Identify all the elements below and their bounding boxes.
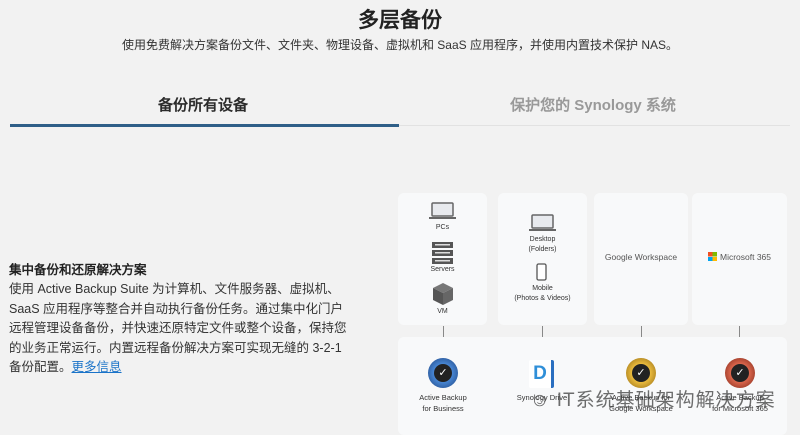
app-label-line2: for Business bbox=[422, 404, 464, 413]
wechat-icon: ☺ bbox=[530, 390, 557, 411]
mobile-sublabel: (Photos & Videos) bbox=[514, 295, 571, 302]
desktop-sublabel: (Folders) bbox=[528, 246, 557, 253]
vm-label: VM bbox=[437, 308, 448, 315]
vm-cube-icon bbox=[433, 283, 453, 305]
description-text: 使用 Active Backup Suite 为计算机、文件服务器、虚拟机、Sa… bbox=[9, 282, 347, 374]
card-microsoft: Microsoft 365 bbox=[692, 193, 787, 325]
laptop-icon bbox=[429, 202, 456, 219]
microsoft-365-label: Microsoft 365 bbox=[719, 252, 772, 262]
app-label: Active Backup for Business bbox=[393, 392, 493, 414]
google-workspace-logo: Google Workspace bbox=[604, 252, 678, 262]
watermark: ☺ IT系统基础架构解决方案 bbox=[530, 385, 776, 412]
server-icon bbox=[432, 242, 453, 264]
mobile-phone-icon bbox=[536, 263, 547, 281]
synology-drive-icon: D bbox=[529, 360, 554, 388]
card-drive: Desktop (Folders) Mobile (Photos & Video… bbox=[498, 193, 587, 325]
section-heading: 集中备份和还原解决方案 bbox=[9, 263, 147, 277]
page-subtitle: 使用免费解决方案备份文件、文件夹、物理设备、虚拟机和 SaaS 应用程序，并使用… bbox=[121, 38, 679, 52]
tab-backup-all-devices[interactable]: 备份所有设备 bbox=[8, 94, 398, 115]
pcs-label: PCs bbox=[435, 224, 450, 231]
tab-protect-synology[interactable]: 保护您的 Synology 系统 bbox=[398, 94, 788, 115]
mobile-label: Mobile bbox=[532, 285, 553, 292]
active-tab-indicator bbox=[10, 124, 399, 127]
more-info-link[interactable]: 更多信息 bbox=[72, 360, 122, 374]
active-backup-google-icon: ✓ bbox=[626, 358, 656, 388]
section-description: 使用 Active Backup Suite 为计算机、文件服务器、虚拟机、Sa… bbox=[9, 280, 349, 378]
watermark-text: IT系统基础架构解决方案 bbox=[556, 390, 776, 411]
active-backup-microsoft-icon: ✓ bbox=[725, 358, 755, 388]
card-devices: PCs Servers VM bbox=[398, 193, 487, 325]
card-google: Google Workspace bbox=[594, 193, 688, 325]
app-label-line1: Active Backup bbox=[419, 393, 467, 402]
laptop-icon bbox=[529, 214, 556, 231]
microsoft-logo-icon bbox=[707, 252, 717, 261]
active-backup-business-icon: ✓ bbox=[428, 358, 458, 388]
servers-label: Servers bbox=[430, 266, 455, 273]
microsoft-365-logo: Microsoft 365 bbox=[692, 252, 787, 262]
page-title: 多层备份 bbox=[358, 9, 442, 32]
desktop-label: Desktop bbox=[529, 236, 556, 243]
